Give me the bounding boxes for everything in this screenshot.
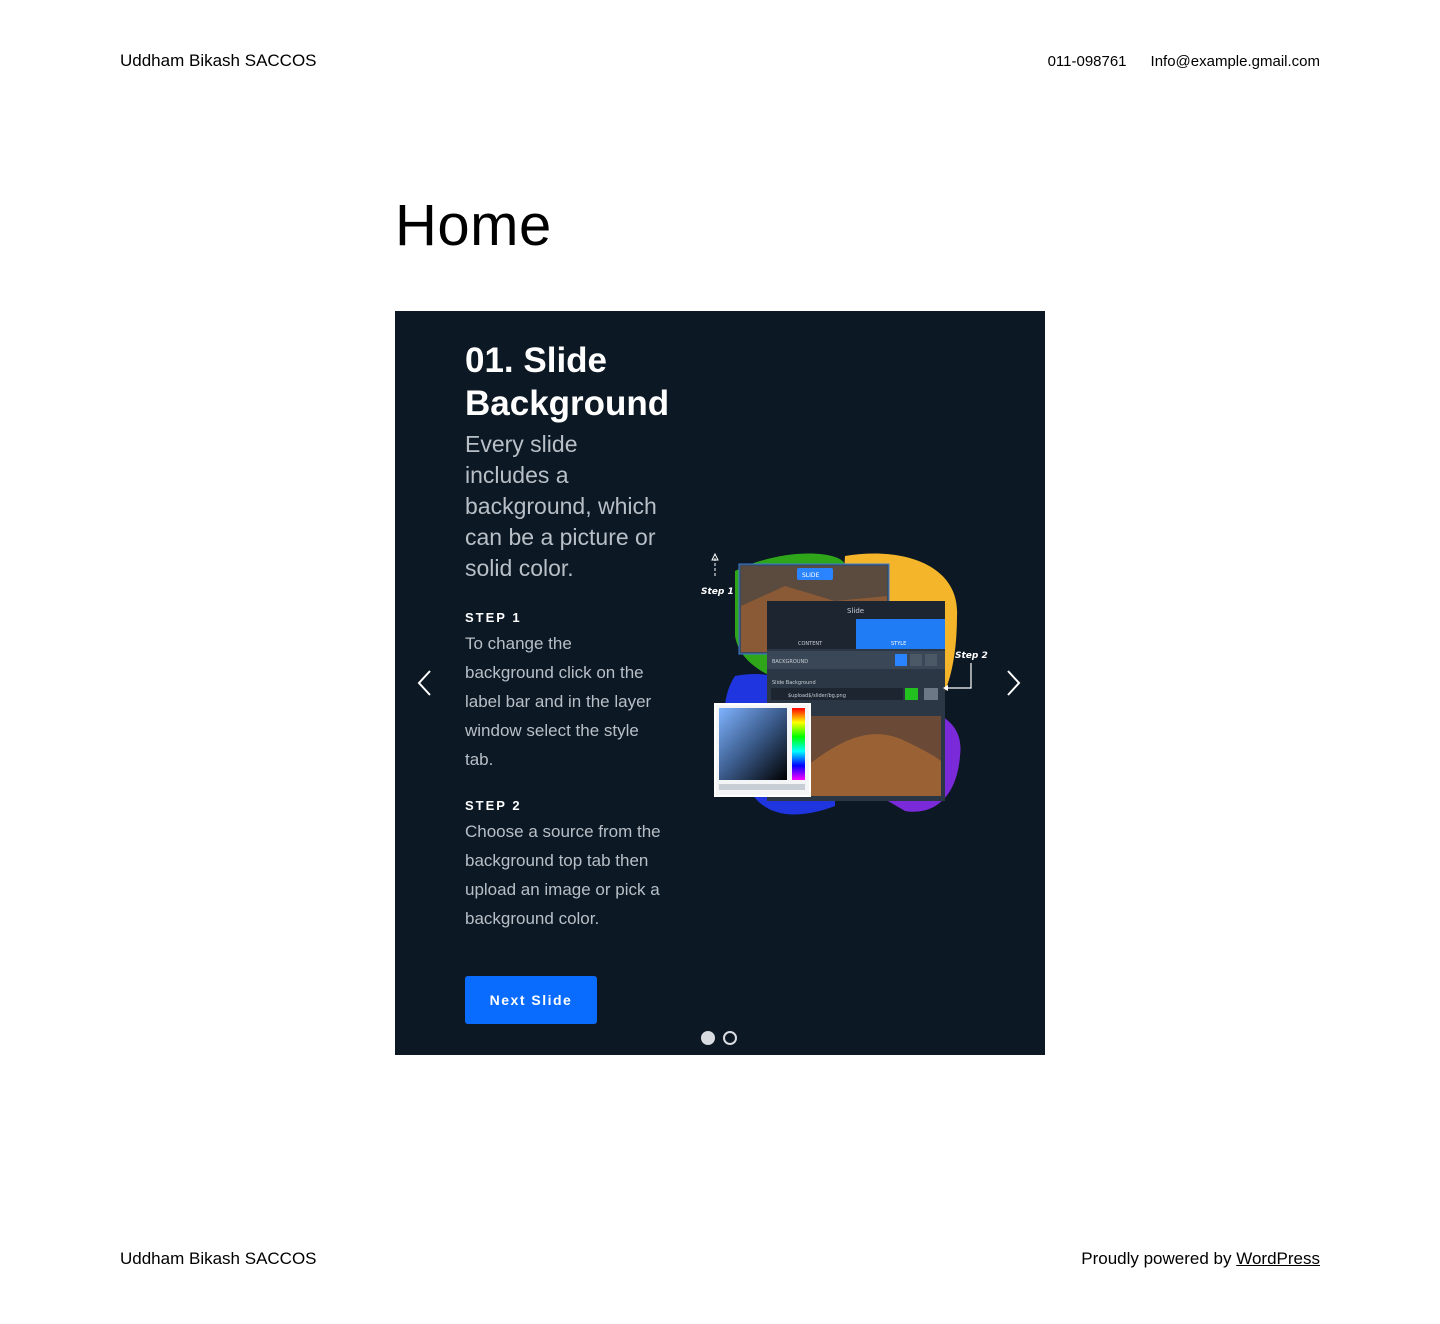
step-1-annotation: Step 1 — [701, 587, 734, 597]
slider-pagination — [701, 1031, 737, 1045]
step-2-text: Choose a source from the background top … — [465, 822, 661, 928]
footer-site-title[interactable]: Uddham Bikash SACCOS — [120, 1249, 317, 1269]
svg-text:BACKGROUND: BACKGROUND — [772, 659, 808, 665]
svg-text:Slide Background: Slide Background — [772, 680, 816, 686]
next-arrow-icon[interactable] — [1003, 668, 1023, 698]
powered-by-text: Proudly powered by — [1081, 1249, 1232, 1268]
slide-illustration: Step 1 SLIDE Slide CONTENT STYLE BACKGRO… — [701, 552, 988, 815]
step-2-label: STEP 2 — [465, 798, 522, 813]
svg-text:STYLE: STYLE — [891, 641, 906, 647]
slide-content: 01. Slide Background Every slide include… — [465, 339, 670, 957]
footer-credits: Proudly powered by WordPress — [1081, 1249, 1320, 1269]
slider: 01. Slide Background Every slide include… — [395, 311, 1045, 1055]
svg-text:CONTENT: CONTENT — [798, 641, 823, 647]
svg-text:$upload$/slider/bg.png: $upload$/slider/bg.png — [788, 693, 846, 699]
prev-arrow-icon[interactable] — [415, 668, 435, 698]
site-title-link[interactable]: Uddham Bikash SACCOS — [120, 51, 317, 71]
contact-info: 011-098761 Info@example.gmail.com — [1048, 53, 1320, 70]
next-slide-button[interactable]: Next Slide — [465, 976, 597, 1024]
email-address: Info@example.gmail.com — [1150, 52, 1320, 70]
slider-dot-1[interactable] — [701, 1031, 715, 1045]
page-title: Home — [395, 193, 552, 258]
svg-text:Slide: Slide — [847, 607, 864, 615]
slide-heading: 01. Slide Background — [465, 341, 670, 423]
phone-number: 011-098761 — [1047, 52, 1127, 70]
step-1-text: To change the background click on the la… — [465, 634, 652, 769]
step-2-annotation: Step 2 — [955, 651, 988, 661]
svg-text:SLIDE: SLIDE — [802, 572, 820, 579]
wordpress-link[interactable]: WordPress — [1236, 1249, 1320, 1268]
slide-lead: Every slide includes a background, which… — [465, 431, 657, 581]
site-footer: Uddham Bikash SACCOS Proudly powered by … — [120, 1249, 1320, 1269]
slider-dot-2[interactable] — [723, 1031, 737, 1045]
step-1-label: STEP 1 — [465, 610, 522, 625]
site-header: Uddham Bikash SACCOS 011-098761 Info@exa… — [120, 48, 1320, 74]
